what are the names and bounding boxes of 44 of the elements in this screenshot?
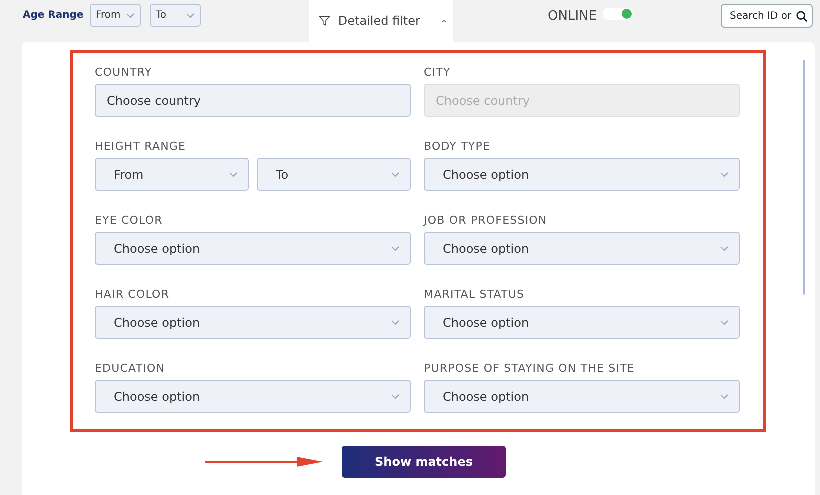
dropdown[interactable]: Choose option [424,380,740,413]
chevron-down-icon [720,172,729,178]
search-icon [796,10,808,22]
field-label: EDUCATION [95,360,166,376]
filter-tab[interactable]: Detailed filter [309,0,453,42]
field-label: PURPOSE OF STAYING ON THE SITE [424,360,636,376]
dropdown[interactable]: To [257,158,411,191]
dropdown[interactable]: Choose option [424,306,740,339]
scrollbar[interactable] [803,60,805,295]
dropdown[interactable]: Choose option [424,158,740,191]
field-label: EYE COLOR [95,212,164,228]
chevron-down-icon [720,394,729,400]
field-label: BODY TYPE [424,138,492,154]
online-label: ONLINE [548,9,597,24]
dropdown[interactable]: Choose option [95,232,411,265]
chevron-down-icon [126,12,135,18]
arrow-icon [205,456,323,468]
chevron-down-icon [229,172,238,178]
filter-label: Age Range [23,10,85,21]
field-label: COUNTRY [95,64,154,80]
field-label: CITY [424,64,452,80]
field-label: HAIR COLOR [95,286,171,302]
chevron-down-icon [186,12,195,18]
chevron-down-icon [391,172,400,178]
chevron-down-icon [391,394,400,400]
online-toggle[interactable] [602,8,633,20]
dropdown[interactable]: Choose option [95,380,411,413]
chevron-down-icon [720,320,729,326]
search-field[interactable]: Search ID or [730,10,794,22]
search-box[interactable]: Search ID or [720,4,813,28]
dropdown[interactable]: From [90,4,141,27]
dropdown[interactable]: Choose option [95,306,411,339]
dropdown[interactable]: To [150,4,201,27]
dropdown[interactable]: From [95,158,249,191]
dropdown[interactable]: Choose option [424,232,740,265]
show-matches-button[interactable]: Show matches [342,446,506,478]
chevron-up-icon [442,18,447,24]
chevron-down-icon [391,320,400,326]
field-label: HEIGHT RANGE [95,138,188,154]
field-label: JOB OR PROFESSION [424,212,548,228]
field-label: MARITAL STATUS [424,286,526,302]
text-field[interactable]: Choose country [95,84,411,117]
chevron-down-icon [720,246,729,252]
chevron-down-icon [391,246,400,252]
